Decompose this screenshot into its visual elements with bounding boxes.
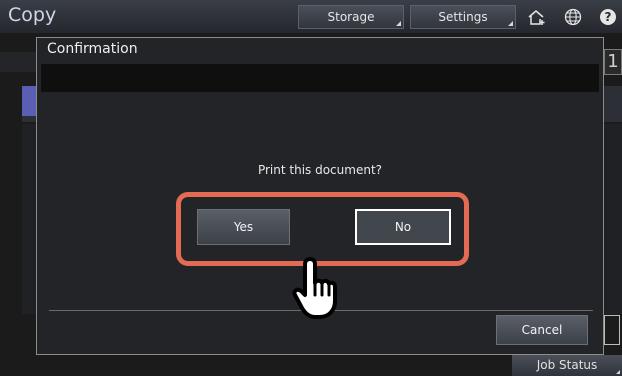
- globe-icon[interactable]: [563, 7, 583, 27]
- tab-settings[interactable]: Settings: [410, 5, 516, 29]
- job-status-button[interactable]: Job Status: [512, 355, 622, 376]
- tab-corner-marker: [508, 21, 513, 26]
- tab-settings-label: Settings: [438, 10, 488, 24]
- top-bar: Copy Storage Settings ?: [0, 0, 622, 33]
- job-status-label: Job Status: [536, 358, 598, 372]
- app-title: Copy: [8, 4, 57, 26]
- tab-storage[interactable]: Storage: [298, 5, 404, 29]
- help-icon[interactable]: ?: [598, 7, 618, 27]
- yes-button[interactable]: Yes: [197, 209, 290, 245]
- dialog-message-bar: [41, 64, 599, 92]
- pointing-hand-icon: [290, 255, 340, 321]
- button-corner-marker: [616, 370, 620, 374]
- home-plus-icon[interactable]: [527, 7, 547, 27]
- background-button: [604, 315, 620, 345]
- svg-text:?: ?: [605, 10, 612, 24]
- copy-count-display: 1: [604, 49, 622, 75]
- confirmation-question: Print this document?: [257, 163, 383, 177]
- tab-storage-label: Storage: [327, 10, 375, 24]
- dialog-title: Confirmation: [47, 41, 138, 57]
- cancel-button[interactable]: Cancel: [496, 315, 588, 345]
- no-button[interactable]: No: [355, 209, 451, 245]
- tab-corner-marker: [396, 21, 401, 26]
